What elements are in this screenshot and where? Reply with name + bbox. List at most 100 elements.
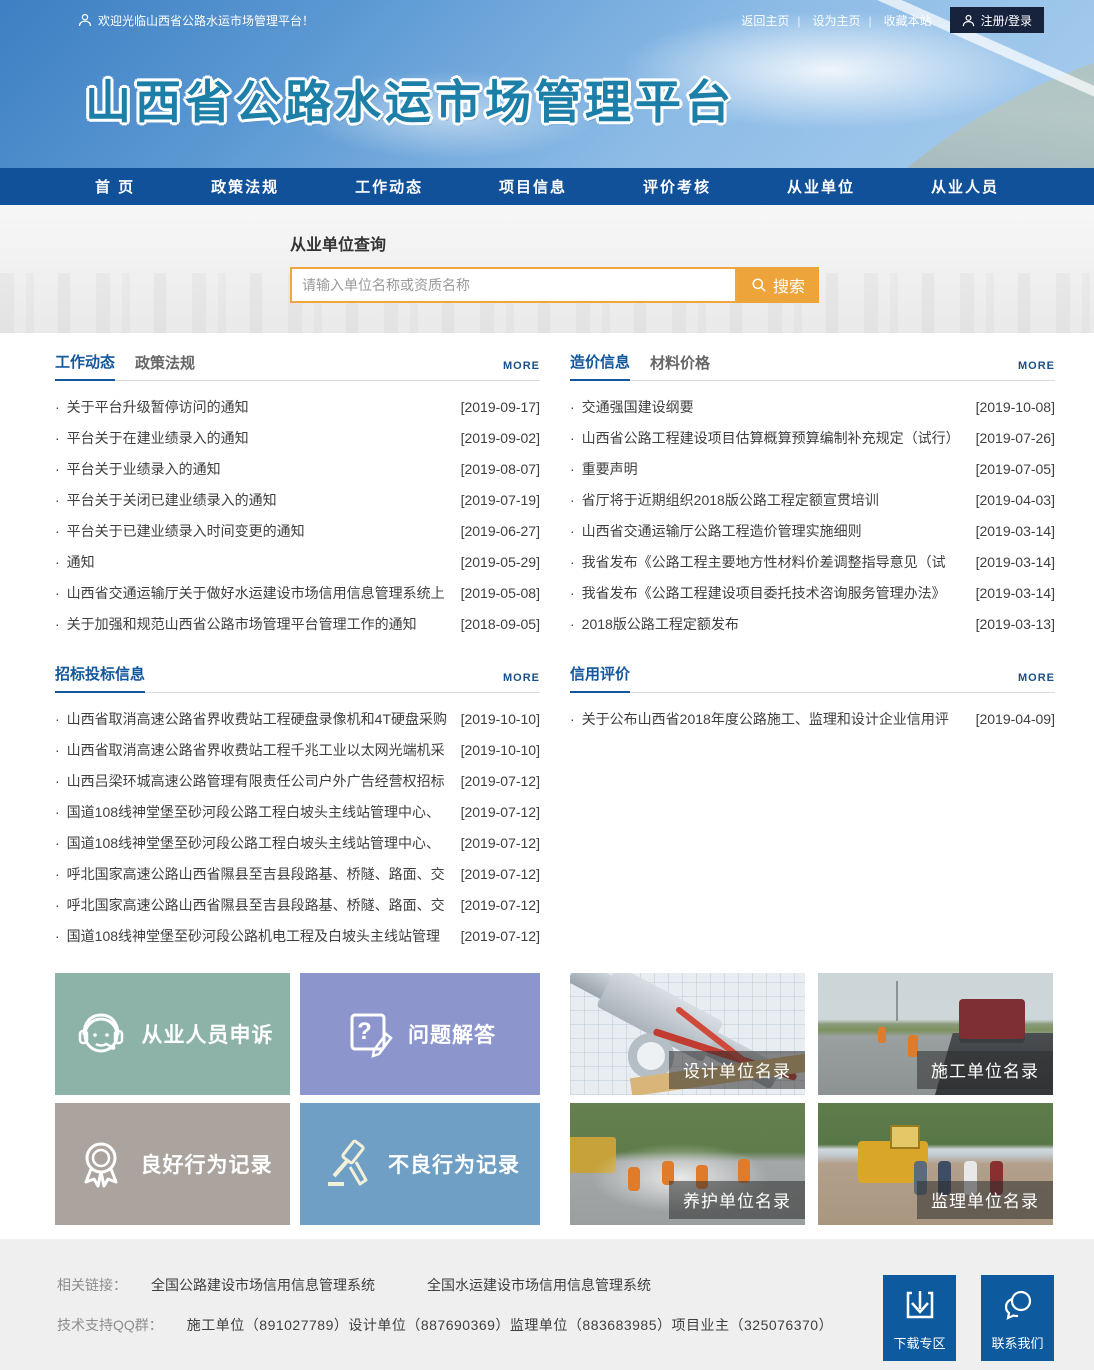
- tile-bad-behavior[interactable]: 不良行为记录: [300, 1103, 540, 1225]
- news-title[interactable]: 2018版公路工程定额发布: [570, 614, 970, 634]
- news-date: [2019-03-13]: [976, 616, 1055, 632]
- tab-credit-evaluation[interactable]: 信用评价: [570, 663, 630, 693]
- tile-personnel-appeal[interactable]: 从业人员申诉: [55, 973, 290, 1095]
- section-work-news: 工作动态 政策法规 MORE 关于平台升级暂停访问的通知 [2019-09-17]…: [55, 351, 540, 639]
- worker-decoration: [738, 1159, 750, 1183]
- news-title[interactable]: 关于平台升级暂停访问的通知: [55, 397, 455, 417]
- search-input[interactable]: [290, 267, 737, 303]
- news-title[interactable]: 平台关于业绩录入的通知: [55, 459, 455, 479]
- link-national-waterway-credit[interactable]: 全国水运建设市场信用信息管理系统: [427, 1275, 651, 1295]
- table-row: 呼北国家高速公路山西省隰县至吉县段路基、桥隧、路面、交[2019-07-12]: [55, 889, 540, 920]
- news-title[interactable]: 山西省交通运输厅公路工程造价管理实施细则: [570, 521, 970, 541]
- news-date: [2019-10-08]: [976, 399, 1055, 415]
- news-title[interactable]: 国道108线神堂堡至砂河段公路机电工程及白坡头主线站管理: [55, 926, 455, 946]
- more-link[interactable]: MORE: [1018, 360, 1055, 380]
- more-link[interactable]: MORE: [1018, 672, 1055, 692]
- link-national-highway-credit[interactable]: 全国公路建设市场信用信息管理系统: [151, 1275, 375, 1295]
- nav-projects[interactable]: 项目信息: [499, 176, 567, 197]
- table-row: 我省发布《公路工程建设项目委托技术咨询服务管理办法》 [2019-03-14]: [570, 577, 1055, 608]
- table-row: 平台关于在建业绩录入的通知 [2019-09-02]: [55, 422, 540, 453]
- table-row: 省厅将于近期组织2018版公路工程定额宣贯培训[2019-04-03]: [570, 484, 1055, 515]
- photo-maintenance-directory[interactable]: 养护单位名录: [570, 1103, 805, 1225]
- news-date: [2019-07-12]: [461, 804, 540, 820]
- tile-label: 从业人员申诉: [142, 1019, 274, 1049]
- more-link[interactable]: MORE: [503, 672, 540, 692]
- tab-material-price[interactable]: 材料价格: [650, 352, 710, 380]
- section-bidding-info: 招标投标信息 MORE 山西省取消高速公路省界收费站工程硬盘录像机和4T硬盘采购…: [55, 663, 540, 951]
- photo-design-directory[interactable]: 设计单位名录: [570, 973, 805, 1095]
- link-favorite[interactable]: 收藏本站: [880, 12, 936, 29]
- nav-home[interactable]: 首 页: [95, 176, 135, 197]
- tab-work-news[interactable]: 工作动态: [55, 351, 115, 381]
- news-title[interactable]: 平台关于关闭已建业绩录入的通知: [55, 490, 455, 510]
- section-credit-evaluation: 信用评价 MORE 关于公布山西省2018年度公路施工、监理和设计企业信用评 [2…: [570, 663, 1055, 734]
- tile-label: 不良行为记录: [388, 1149, 520, 1179]
- directory-photo-tiles: 设计单位名录 施工单位名录 养护单位名录: [570, 973, 1055, 1225]
- news-title[interactable]: 国道108线神堂堡至砂河段公路工程白坡头主线站管理中心、: [55, 833, 455, 853]
- register-login-button[interactable]: 注册/登录: [950, 7, 1044, 33]
- table-row: 平台关于关闭已建业绩录入的通知[2019-07-19]: [55, 484, 540, 515]
- photo-label: 监理单位名录: [917, 1181, 1053, 1219]
- section-cost-info: 造价信息 材料价格 MORE 交通强国建设纲要 [2019-10-08] 山西省公…: [570, 351, 1055, 639]
- news-title[interactable]: 山西吕梁环城高速公路管理有限责任公司户外广告经营权招标: [55, 771, 455, 791]
- contact-us-button[interactable]: 联系我们: [981, 1275, 1054, 1361]
- table-row: 关于公布山西省2018年度公路施工、监理和设计企业信用评 [2019-04-09]: [570, 703, 1055, 734]
- table-row: 关于平台升级暂停访问的通知 [2019-09-17]: [55, 391, 540, 422]
- news-date: [2019-06-27]: [461, 523, 540, 539]
- tile-good-behavior[interactable]: 良好行为记录: [55, 1103, 290, 1225]
- news-date: [2019-07-12]: [461, 773, 540, 789]
- worker-decoration: [628, 1167, 640, 1191]
- tab-cost-info[interactable]: 造价信息: [570, 351, 630, 381]
- main-nav: 首 页 政策法规 工作动态 项目信息 评价考核 从业单位 从业人员: [0, 168, 1094, 205]
- nav-companies[interactable]: 从业单位: [787, 176, 855, 197]
- more-link[interactable]: MORE: [503, 360, 540, 380]
- download-zone-button[interactable]: 下载专区: [883, 1275, 956, 1361]
- news-title[interactable]: 我省发布《公路工程建设项目委托技术咨询服务管理办法》: [570, 583, 970, 603]
- welcome-message: 欢迎光临山西省公路水运市场管理平台！: [78, 12, 314, 29]
- news-title[interactable]: 通知: [55, 552, 455, 572]
- news-title[interactable]: 山西省交通运输厅关于做好水运建设市场信用信息管理系统上: [55, 583, 455, 603]
- nav-evaluation[interactable]: 评价考核: [643, 176, 711, 197]
- search-button[interactable]: 搜索: [737, 267, 819, 303]
- news-title[interactable]: 关于公布山西省2018年度公路施工、监理和设计企业信用评: [570, 709, 970, 729]
- tile-question-answer[interactable]: ? 问题解答: [300, 973, 540, 1095]
- news-date: [2019-07-12]: [461, 866, 540, 882]
- quick-action-tiles: 从业人员申诉 ? 问题解答: [55, 973, 540, 1225]
- news-date: [2019-09-02]: [461, 430, 540, 446]
- news-title[interactable]: 省厅将于近期组织2018版公路工程定额宣贯培训: [570, 490, 970, 510]
- news-date: [2019-03-14]: [976, 585, 1055, 601]
- news-title[interactable]: 呼北国家高速公路山西省隰县至吉县段路基、桥隧、路面、交: [55, 895, 455, 915]
- loader-cab-decoration: [890, 1125, 920, 1149]
- news-date: [2019-07-12]: [461, 928, 540, 944]
- banner: 欢迎光临山西省公路水运市场管理平台！ 返回主页 设为主页 收藏本站 注册/登录 …: [0, 0, 1094, 168]
- tile-label: 良好行为记录: [141, 1149, 273, 1179]
- news-title[interactable]: 平台关于已建业绩录入时间变更的通知: [55, 521, 455, 541]
- news-title[interactable]: 我省发布《公路工程主要地方性材料价差调整指导意见（试: [570, 552, 970, 572]
- chat-icon: [1000, 1287, 1036, 1323]
- nav-work-news[interactable]: 工作动态: [355, 176, 423, 197]
- table-row: 2018版公路工程定额发布 [2019-03-13]: [570, 608, 1055, 639]
- news-title[interactable]: 关于加强和规范山西省公路市场管理平台管理工作的通知: [55, 614, 455, 634]
- news-title[interactable]: 交通强国建设纲要: [570, 397, 970, 417]
- site-title: 山西省公路水运市场管理平台: [85, 66, 735, 132]
- news-title[interactable]: 山西省公路工程建设项目估算概算预算编制补充规定（试行）: [570, 428, 970, 448]
- photo-supervision-directory[interactable]: 监理单位名录: [818, 1103, 1053, 1225]
- nav-policy[interactable]: 政策法规: [211, 176, 279, 197]
- news-title[interactable]: 山西省取消高速公路省界收费站工程千兆工业以太网光端机采: [55, 740, 455, 760]
- table-row: 山西省取消高速公路省界收费站工程千兆工业以太网光端机采[2019-10-10]: [55, 734, 540, 765]
- news-date: [2019-09-17]: [461, 399, 540, 415]
- news-date: [2019-04-09]: [976, 711, 1055, 727]
- news-title[interactable]: 平台关于在建业绩录入的通知: [55, 428, 455, 448]
- news-title[interactable]: 山西省取消高速公路省界收费站工程硬盘录像机和4T硬盘采购: [55, 709, 455, 729]
- table-row: 国道108线神堂堡至砂河段公路工程白坡头主线站管理中心、[2019-07-12]: [55, 827, 540, 858]
- link-set-home[interactable]: 设为主页: [809, 12, 876, 29]
- news-date: [2018-09-05]: [461, 616, 540, 632]
- tab-policy[interactable]: 政策法规: [135, 352, 195, 380]
- photo-construction-directory[interactable]: 施工单位名录: [818, 973, 1053, 1095]
- tab-bidding-info[interactable]: 招标投标信息: [55, 663, 145, 693]
- news-title[interactable]: 国道108线神堂堡至砂河段公路工程白坡头主线站管理中心、: [55, 802, 455, 822]
- nav-personnel[interactable]: 从业人员: [931, 176, 999, 197]
- news-title[interactable]: 重要声明: [570, 459, 970, 479]
- news-title[interactable]: 呼北国家高速公路山西省隰县至吉县段路基、桥隧、路面、交: [55, 864, 455, 884]
- link-return-home[interactable]: 返回主页: [737, 12, 804, 29]
